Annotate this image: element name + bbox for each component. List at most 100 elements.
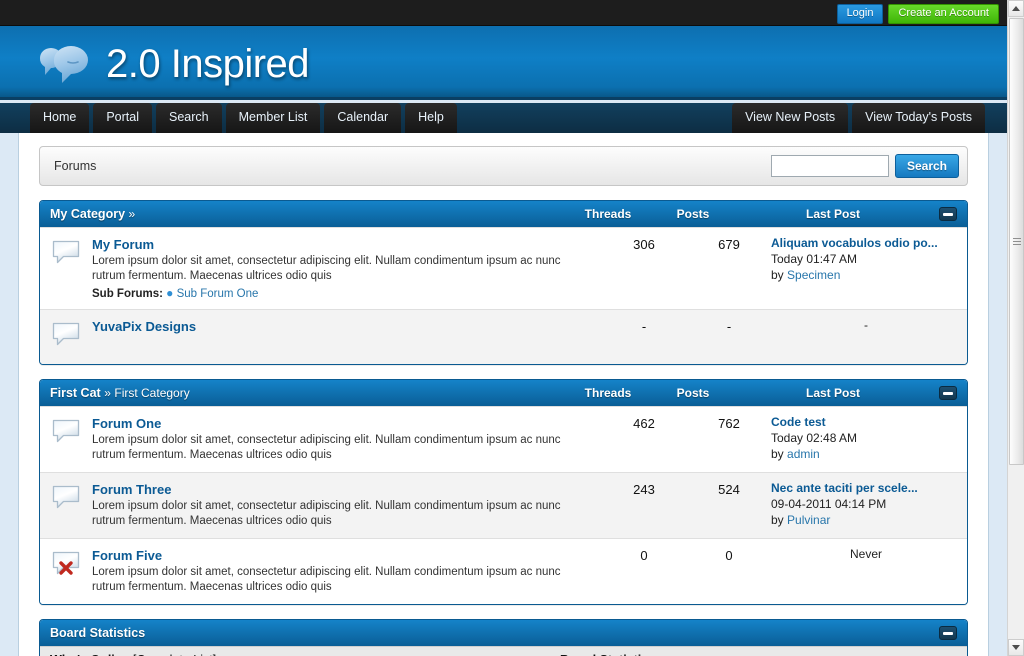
board-statistics-subheader: Who's Online [Complete List] Board Stati… [40,646,967,656]
search-button[interactable]: Search [895,154,959,178]
nav-item-search[interactable]: Search [156,103,222,133]
breadcrumb-search-panel: Forums Search [39,146,968,186]
forum-threads-count: 0 [601,547,687,595]
triangle-down-icon [1012,645,1020,650]
nav-item-member-list[interactable]: Member List [226,103,321,133]
minus-icon[interactable] [939,386,957,400]
speech-bubbles-icon [32,40,92,88]
nav-primary-links: Home Portal Search Member List Calendar … [30,103,461,133]
site-banner: 2.0 Inspired [0,26,1007,100]
minus-icon[interactable] [939,207,957,221]
forum-last-post: Nec ante taciti per scele... 09-04-2011 … [771,481,967,529]
bullet-icon: ● [166,286,173,300]
subforums-row: Sub Forums: ● Sub Forum One [92,286,591,300]
last-post-author-line: by admin [771,446,961,462]
last-post-date: Today 02:48 AM [771,430,961,446]
triangle-up-icon [1012,6,1020,11]
category-name: My Category [50,207,125,221]
column-header-last-post: Last Post [735,207,931,221]
forum-link[interactable]: My Forum [92,237,154,252]
speech-bubble-icon [51,483,81,529]
scroll-up-button[interactable] [1008,0,1024,17]
forum-posts-count: 679 [687,236,771,300]
last-post-title[interactable]: Nec ante taciti per scele... [771,481,961,495]
table-row: Forum One Lorem ipsum dolor sit amet, co… [40,406,967,472]
forum-icon-cell [40,236,92,300]
category-header: First Cat » First Category Threads Posts… [40,380,967,406]
forum-posts-count: 762 [687,415,771,463]
category-block: First Cat » First Category Threads Posts… [39,379,968,605]
nav-item-view-todays-posts[interactable]: View Today's Posts [852,103,985,133]
create-account-button[interactable]: Create an Account [888,4,999,24]
top-utility-bar: Login Create an Account [0,0,1007,26]
column-header-posts: Posts [651,386,735,400]
main-navigation: Home Portal Search Member List Calendar … [0,103,1007,133]
forum-last-post: Aliquam vocabulos odio po... Today 01:47… [771,236,967,300]
last-post-date: 09-04-2011 04:14 PM [771,496,961,512]
forum-last-post: - [771,318,967,355]
subforum-link[interactable]: Sub Forum One [177,288,259,300]
forum-last-post: Code test Today 02:48 AM by admin [771,415,967,463]
category-title[interactable]: My Category » [40,207,565,221]
scroll-down-button[interactable] [1008,639,1024,656]
vertical-scrollbar[interactable] [1007,0,1024,656]
forum-last-post: Never [771,547,967,595]
board-statistics-header: Board Statistics [40,620,967,646]
forum-description: Lorem ipsum dolor sit amet, consectetur … [92,433,591,463]
last-post-author[interactable]: Specimen [787,268,840,282]
forum-info: Forum One Lorem ipsum dolor sit amet, co… [92,415,601,463]
nav-item-view-new-posts[interactable]: View New Posts [732,103,848,133]
last-post-author[interactable]: admin [787,447,820,461]
table-row: My Forum Lorem ipsum dolor sit amet, con… [40,227,967,309]
forum-posts-count: - [687,318,771,355]
scrollbar-thumb[interactable] [1009,18,1024,465]
category-header: My Category » Threads Posts Last Post [40,201,967,227]
forum-info: Forum Three Lorem ipsum dolor sit amet, … [92,481,601,529]
column-header-threads: Threads [565,207,651,221]
forum-posts-count: 0 [687,547,771,595]
nav-item-home[interactable]: Home [30,103,89,133]
speech-bubble-icon [51,417,81,463]
board-statistics-block: Board Statistics Who's Online [Complete … [39,619,968,656]
table-row: Forum Five Lorem ipsum dolor sit amet, c… [40,538,967,604]
forum-threads-count: 462 [601,415,687,463]
site-title: 2.0 Inspired [106,41,309,87]
column-header-threads: Threads [565,386,651,400]
by-prefix: by [771,447,787,461]
forum-icon-cell [40,318,92,355]
browser-viewport: Login Create an Account [0,0,1024,656]
forum-threads-count: 243 [601,481,687,529]
forum-link[interactable]: YuvaPix Designs [92,319,196,334]
forum-info: Forum Five Lorem ipsum dolor sit amet, c… [92,547,601,595]
site-logo[interactable]: 2.0 Inspired [32,40,309,88]
forum-description: Lorem ipsum dolor sit amet, consectetur … [92,565,591,595]
forum-info: YuvaPix Designs [92,318,601,355]
login-button[interactable]: Login [837,4,884,24]
last-post-author[interactable]: Pulvinar [787,513,830,527]
forum-link[interactable]: Forum Three [92,482,171,497]
breadcrumb: Forums [54,159,771,173]
speech-bubble-icon [51,238,81,300]
last-post-date: Today 01:47 AM [771,251,961,267]
nav-item-portal[interactable]: Portal [93,103,152,133]
nav-item-calendar[interactable]: Calendar [324,103,401,133]
category-title[interactable]: First Cat » First Category [40,386,565,400]
last-post-title[interactable]: Aliquam vocabulos odio po... [771,236,961,250]
forum-threads-count: - [601,318,687,355]
scrollbar-grip-icon [1013,238,1021,246]
forum-threads-count: 306 [601,236,687,300]
search-input[interactable] [771,155,889,177]
forum-link[interactable]: Forum Five [92,548,162,563]
forum-link[interactable]: Forum One [92,416,161,431]
nav-item-help[interactable]: Help [405,103,457,133]
column-header-last-post: Last Post [735,386,931,400]
forum-icon-cell [40,415,92,463]
minus-icon[interactable] [939,626,957,640]
page-content: Forums Search My Category » Threads Post… [18,133,989,656]
speech-bubble-icon [51,320,81,355]
forum-info: My Forum Lorem ipsum dolor sit amet, con… [92,236,601,300]
forum-icon-cell [40,547,92,595]
last-post-title[interactable]: Code test [771,415,961,429]
last-post-author-line: by Specimen [771,267,961,283]
category-separator: » [104,386,111,400]
